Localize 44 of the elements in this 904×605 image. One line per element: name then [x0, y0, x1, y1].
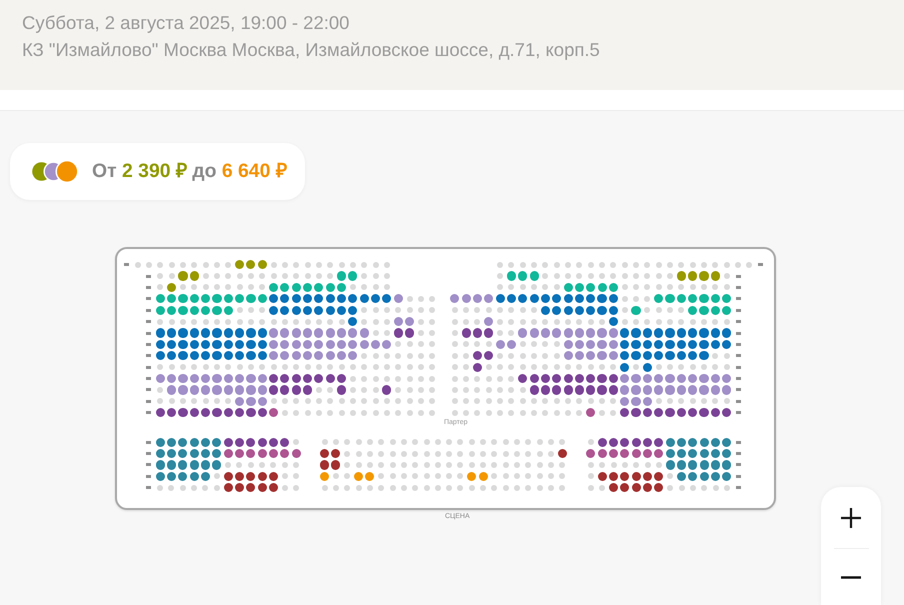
row-marker	[146, 452, 152, 456]
row-marker	[736, 400, 741, 403]
row-marker	[736, 320, 741, 324]
plus-icon	[841, 508, 861, 528]
row-marker	[146, 366, 152, 369]
row-marker	[758, 263, 764, 266]
row-marker	[736, 342, 741, 346]
row-marker	[736, 297, 741, 300]
row-marker	[146, 332, 152, 335]
event-datetime: Суббота, 2 августа 2025, 19:00 - 22:00	[22, 11, 350, 35]
row-marker	[124, 263, 129, 266]
row-marker	[146, 411, 152, 414]
row-marker	[146, 274, 152, 278]
row-marker	[146, 297, 152, 300]
row-marker	[146, 474, 152, 478]
row-marker	[736, 274, 741, 278]
row-marker	[736, 452, 741, 456]
row-marker	[736, 332, 741, 335]
row-marker	[736, 308, 741, 312]
row-marker	[146, 400, 152, 403]
row-marker	[736, 440, 741, 444]
row-marker	[146, 308, 152, 312]
row-marker	[146, 486, 152, 490]
row-marker	[146, 342, 152, 346]
row-marker	[146, 388, 152, 392]
row-marker	[146, 286, 152, 289]
minus-icon	[841, 576, 861, 578]
row-marker	[736, 411, 741, 414]
overlapping-circles-icon	[32, 160, 79, 183]
row-marker	[736, 377, 741, 380]
row-marker	[146, 354, 152, 358]
row-marker	[736, 286, 741, 289]
row-marker	[736, 366, 741, 369]
row-marker	[736, 474, 741, 478]
row-marker	[736, 388, 741, 392]
price-range-text: От 2 390 ₽ до 6 640 ₽	[92, 160, 287, 183]
row-marker	[736, 486, 741, 490]
row-marker	[736, 354, 741, 358]
row-marker	[146, 377, 152, 380]
row-marker	[146, 440, 152, 444]
row-marker	[736, 463, 741, 466]
row-marker	[146, 463, 152, 466]
event-venue: КЗ "Измайлово" Москва Москва, Измайловское шоссе, д.71, корп.5	[22, 38, 600, 62]
row-marker	[146, 320, 152, 324]
